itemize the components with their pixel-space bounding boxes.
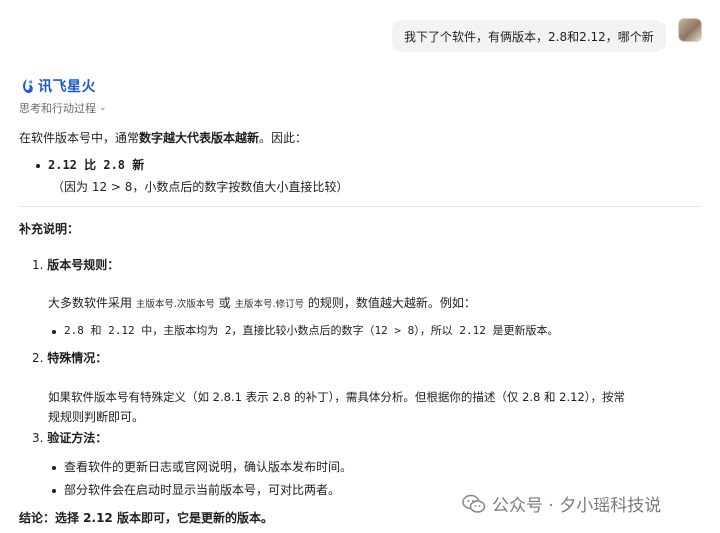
rule-or: 或 [218, 296, 231, 310]
section-1-bullet: 2.8 和 2.12 中，主版本均为 2，直接比较小数点后的数字（12 > 8）… [64, 324, 559, 337]
supplement-title: 补充说明： [19, 222, 80, 236]
user-message-bubble: 我下了个软件，有俩版本，2.8和2.12，哪个新 [392, 20, 666, 52]
rule-text-prefix: 大多数软件采用 [48, 296, 133, 310]
section-2-header: 2. 特殊情况： [32, 350, 107, 366]
version-format-chip: 主版本号.次版本号 [135, 299, 215, 310]
intro-emphasis: 数字越大代表版本越新 [139, 131, 260, 145]
conclusion: 结论：选择 2.12 版本即可，它是更新的版本。 [19, 511, 273, 525]
intro-suffix: 。因此： [259, 131, 308, 145]
watermark-text: 公众号 · 夕小瑶科技说 [492, 496, 662, 516]
section-number: 2. [32, 351, 44, 365]
chevron-down-icon: ⌄ [99, 103, 107, 113]
wechat-icon [462, 494, 486, 513]
answer-intro: 在软件版本号中，通常数字越大代表版本越新。因此： [19, 130, 307, 146]
bullet-dot [52, 330, 56, 334]
section-number: 1. [32, 258, 44, 272]
section-1-rule: 大多数软件采用 主版本号.次版本号 或 主版本号.修订号 的规则，数值越大越新。… [48, 295, 476, 313]
assistant-logo: 讯飞星火 [19, 76, 96, 96]
thinking-toggle[interactable]: 思考和行动过程 ⌄ [19, 100, 107, 116]
divider [19, 206, 701, 207]
intro-prefix: 在软件版本号中，通常 [19, 131, 140, 145]
main-point-title: 2.12 比 2.8 新 [48, 158, 145, 172]
bullet-dot [36, 164, 40, 168]
user-message-text: 我下了个软件，有俩版本，2.8和2.12，哪个新 [404, 29, 654, 44]
bullet-dot [52, 489, 56, 493]
spark-logo-icon [23, 79, 33, 93]
main-point-note: （因为 12 > 8，小数点后的数字按数值大小直接比较） [52, 180, 349, 194]
section-2-line-2: 规规则判断即可。 [48, 410, 145, 424]
thinking-toggle-label: 思考和行动过程 [19, 102, 96, 115]
section-title: 特殊情况： [47, 351, 108, 365]
user-avatar[interactable] [678, 18, 702, 42]
section-3-bullet: 部分软件会在启动时显示当前版本号，可对比两者。 [64, 483, 341, 497]
watermark: 公众号 · 夕小瑶科技说 [462, 491, 661, 516]
section-3-header: 3. 验证方法： [32, 430, 107, 446]
section-1-header: 1. 版本号规则： [32, 257, 119, 273]
section-title: 版本号规则： [47, 258, 120, 272]
section-3-bullet: 查看软件的更新日志或官网说明，确认版本发布时间。 [64, 460, 353, 474]
section-title: 验证方法： [47, 431, 108, 445]
version-format-chip: 主版本号.修订号 [234, 299, 305, 310]
section-2-line-1: 如果软件版本号有特殊定义（如 2.8.1 表示 2.8 的补丁），需具体分析。但… [48, 390, 626, 404]
rule-text-suffix: 的规则，数值越大越新。例如： [307, 296, 476, 310]
bullet-dot [52, 466, 56, 470]
section-number: 3. [32, 431, 44, 445]
assistant-name: 讯飞星火 [38, 79, 96, 95]
